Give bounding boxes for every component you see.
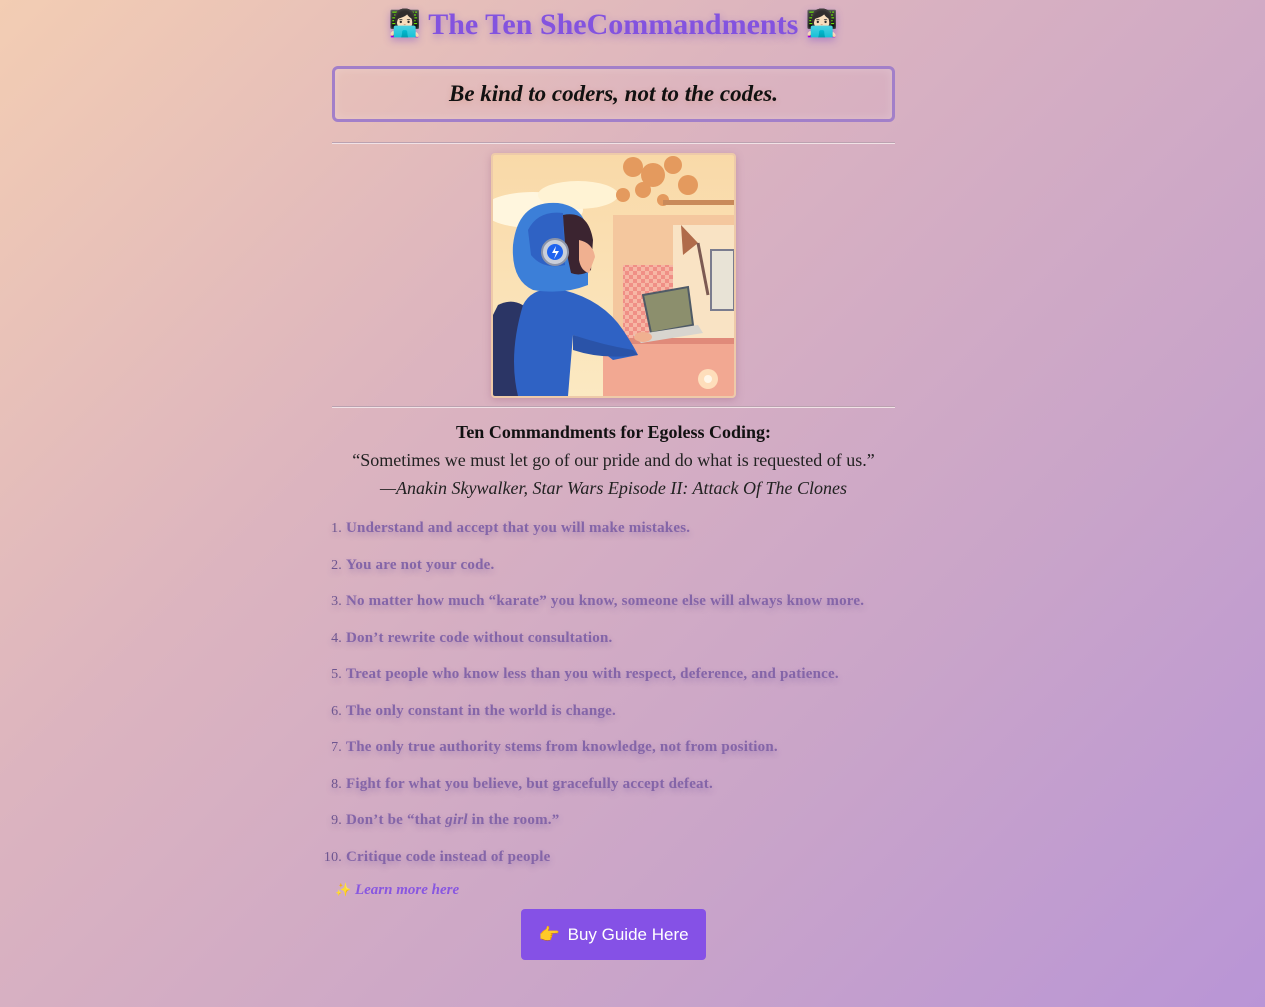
- epigraph-quote: “Sometimes we must let go of our pride a…: [352, 450, 875, 470]
- list-item: The only true authority stems from knowl…: [331, 737, 778, 758]
- buy-guide-button-label: Buy Guide Here: [567, 924, 689, 944]
- list-item: Fight for what you believe, but graceful…: [331, 774, 713, 795]
- learn-more-link[interactable]: ✨ Learn more here: [335, 882, 895, 904]
- learn-more-label: Learn more here: [354, 882, 460, 898]
- list-item: Understand and accept that you will make…: [331, 518, 691, 539]
- list-item: The only constant in the world is change…: [331, 701, 616, 722]
- woman-technologist-icon: 👩🏻‍💻: [805, 9, 839, 39]
- epigraph: “Sometimes we must let go of our pride a…: [332, 446, 895, 502]
- list-item-emphasis: girl: [445, 812, 468, 828]
- commandments-heading: Ten Commandments for Egoless Coding:: [455, 422, 772, 442]
- list-item: Don’t be “that girl in the room.”: [331, 810, 895, 831]
- epigraph-attribution: —Anakin Skywalker, Star Wars Episode II:…: [380, 478, 847, 498]
- list-item: You are not your code.: [331, 555, 495, 576]
- tagline-box: Be kind to coders, not to the codes.: [332, 66, 895, 122]
- page-title: 👩🏻‍💻 The Ten SheCommandments 👩🏻‍💻: [332, 0, 895, 52]
- divider: [332, 142, 895, 144]
- page-title-text: The Ten SheCommandments: [428, 8, 799, 41]
- divider: [332, 406, 895, 408]
- list-item-text: in the room.”: [467, 812, 560, 828]
- sparkles-icon: ✨: [335, 883, 352, 898]
- list-item: Don’t rewrite code without consultation.: [331, 628, 613, 649]
- page-content: 👩🏻‍💻 The Ten SheCommandments 👩🏻‍💻 Be kin…: [324, 0, 895, 960]
- list-item: No matter how much “karate” you know, so…: [331, 591, 865, 612]
- illustration-image: [493, 155, 734, 396]
- commandments-list: Understand and accept that you will make…: [324, 518, 895, 868]
- list-item: Critique code instead of people: [324, 847, 551, 868]
- buy-guide-button[interactable]: 👉 Buy Guide Here: [521, 909, 706, 960]
- girl-coding-illustration: [491, 153, 736, 398]
- woman-technologist-icon: 👩🏻‍💻: [388, 9, 422, 39]
- tagline-text: Be kind to coders, not to the codes.: [448, 81, 779, 106]
- list-item-text: Don’t be “that: [346, 812, 446, 828]
- list-item: Treat people who know less than you with…: [331, 664, 839, 685]
- pointing-hand-icon: 👉: [538, 924, 560, 945]
